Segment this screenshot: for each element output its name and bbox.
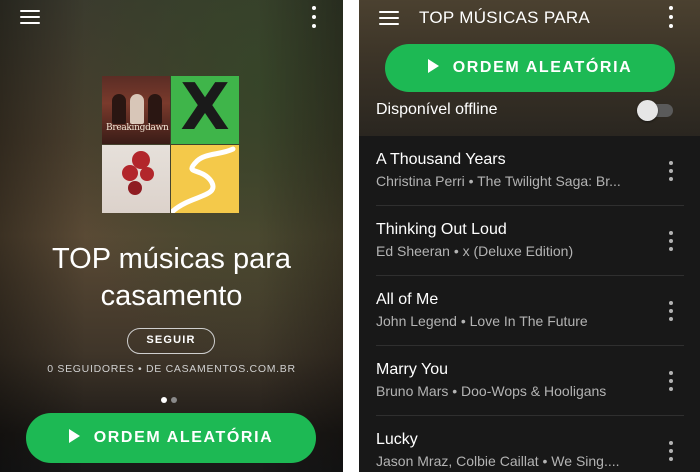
track-more-icon[interactable] xyxy=(668,371,674,391)
offline-toggle[interactable] xyxy=(637,99,673,121)
track-artist-album: Jason Mraz, Colbie Caillat • We Sing.... xyxy=(376,453,620,469)
track-title: All of Me xyxy=(376,291,439,308)
collapsed-header: TOP MÚSICAS PARA ORDEM ALEATÓRIA Disponí… xyxy=(359,0,700,136)
shuffle-play-label: ORDEM ALEATÓRIA xyxy=(93,429,274,446)
track-more-icon[interactable] xyxy=(668,161,674,181)
hamburger-menu-icon[interactable] xyxy=(379,11,399,25)
track-more-icon[interactable] xyxy=(668,231,674,251)
track-list: A Thousand Years Christina Perri • The T… xyxy=(359,136,700,472)
follow-button[interactable]: SEGUIR xyxy=(127,328,215,354)
track-more-icon[interactable] xyxy=(668,441,674,461)
cover-tile-text: Breakingdawn xyxy=(106,123,169,133)
page-dot xyxy=(171,397,177,403)
playlist-tracks-screen: TOP MÚSICAS PARA ORDEM ALEATÓRIA Disponí… xyxy=(359,0,700,472)
track-row[interactable]: Thinking Out Loud Ed Sheeran • x (Deluxe… xyxy=(359,206,700,276)
shuffle-play-label: ORDEM ALEATÓRIA xyxy=(452,59,633,76)
page-indicator xyxy=(161,397,181,403)
track-more-icon[interactable] xyxy=(668,301,674,321)
playlist-title: TOP músicas para casamento xyxy=(51,243,292,312)
track-row[interactable]: A Thousand Years Christina Perri • The T… xyxy=(359,136,700,206)
cover-tile-road xyxy=(171,145,239,213)
track-title: Lucky xyxy=(376,431,418,448)
shuffle-play-button[interactable]: ORDEM ALEATÓRIA xyxy=(26,413,316,463)
track-row[interactable]: Marry You Bruno Mars • Doo-Wops & Hoolig… xyxy=(359,346,700,416)
track-title: Marry You xyxy=(376,361,449,378)
more-vertical-icon[interactable] xyxy=(311,6,317,28)
track-title: Thinking Out Loud xyxy=(376,221,507,238)
play-icon xyxy=(68,429,80,444)
offline-label: Disponível offline xyxy=(376,101,498,118)
shuffle-play-button[interactable]: ORDEM ALEATÓRIA xyxy=(385,44,675,92)
track-artist-album: Ed Sheeran • x (Deluxe Edition) xyxy=(376,243,574,259)
more-vertical-icon[interactable] xyxy=(668,6,674,28)
followers-info: 0 SEGUIDORES • DE CASAMENTOS.COM.BR xyxy=(47,363,296,375)
screen-divider xyxy=(343,0,359,472)
hamburger-menu-icon[interactable] xyxy=(20,10,40,24)
play-icon xyxy=(427,59,439,74)
track-artist-album: John Legend • Love In The Future xyxy=(376,313,588,329)
track-row[interactable]: Lucky Jason Mraz, Colbie Caillat • We Si… xyxy=(359,416,700,472)
cover-tile-x: X xyxy=(171,76,239,144)
cover-tile-roses xyxy=(102,145,170,213)
track-row[interactable]: All of Me John Legend • Love In The Futu… xyxy=(359,276,700,346)
track-title: A Thousand Years xyxy=(376,151,506,168)
header-title: TOP MÚSICAS PARA xyxy=(419,8,591,27)
page-dot-active xyxy=(161,397,167,403)
track-artist-album: Bruno Mars • Doo-Wops & Hooligans xyxy=(376,383,607,399)
cover-tile-breaking-dawn: Breakingdawn xyxy=(102,76,170,144)
playlist-header-screen: Breakingdawn X TOP músicas para casament… xyxy=(0,0,343,472)
track-artist-album: Christina Perri • The Twilight Saga: Br.… xyxy=(376,173,621,189)
playlist-cover-mosaic: Breakingdawn X xyxy=(102,76,239,213)
